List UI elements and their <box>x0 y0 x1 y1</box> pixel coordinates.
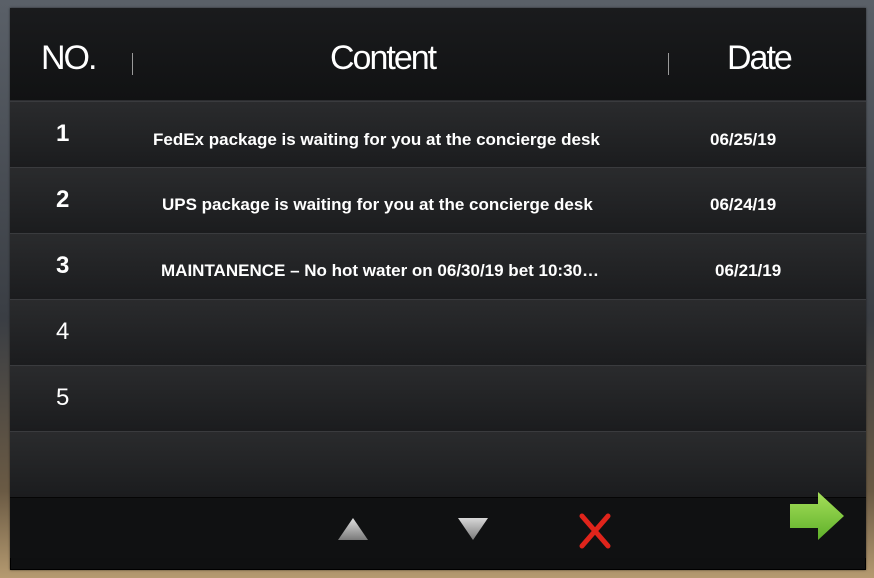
row-date: 06/24/19 <box>710 195 777 214</box>
triangle-down-icon <box>458 518 488 540</box>
table-row-3[interactable]: 3 MAINTANENCE – No hot water on 06/30/19… <box>10 233 866 300</box>
row-number: 1 <box>56 120 70 147</box>
scroll-down-button[interactable] <box>456 516 490 547</box>
message-list-panel: NO. Content Date 1 FedEx package is wait… <box>10 8 866 570</box>
arrow-right-icon <box>790 492 844 540</box>
table-row-1[interactable]: 1 FedEx package is waiting for you at th… <box>10 101 866 168</box>
delete-button[interactable] <box>578 512 612 555</box>
header-divider <box>668 53 669 75</box>
row-number: 5 <box>56 384 70 411</box>
table-header: NO. Content Date <box>10 8 866 101</box>
header-content: Content <box>330 39 437 77</box>
close-icon <box>579 513 611 549</box>
row-date: 06/25/19 <box>710 130 777 149</box>
table-row-5[interactable]: 5 <box>10 365 866 432</box>
row-content: UPS package is waiting for you at the co… <box>162 195 593 214</box>
table-row-2[interactable]: 2 UPS package is waiting for you at the … <box>10 167 866 234</box>
row-content: MAINTANENCE – No hot water on 06/30/19 b… <box>161 261 600 280</box>
toolbar <box>10 492 866 558</box>
row-number: 3 <box>56 252 70 279</box>
row-number: 4 <box>56 318 70 345</box>
table-row-empty <box>10 431 866 498</box>
row-number: 2 <box>56 186 70 213</box>
scroll-up-button[interactable] <box>336 516 370 547</box>
next-page-button[interactable] <box>788 490 846 547</box>
header-divider <box>132 53 133 75</box>
row-content: FedEx package is waiting for you at the … <box>153 130 600 149</box>
triangle-up-icon <box>338 518 368 540</box>
row-date: 06/21/19 <box>715 261 782 280</box>
header-date: Date <box>727 39 793 77</box>
header-no: NO. <box>41 39 97 77</box>
table-row-4[interactable]: 4 <box>10 299 866 366</box>
